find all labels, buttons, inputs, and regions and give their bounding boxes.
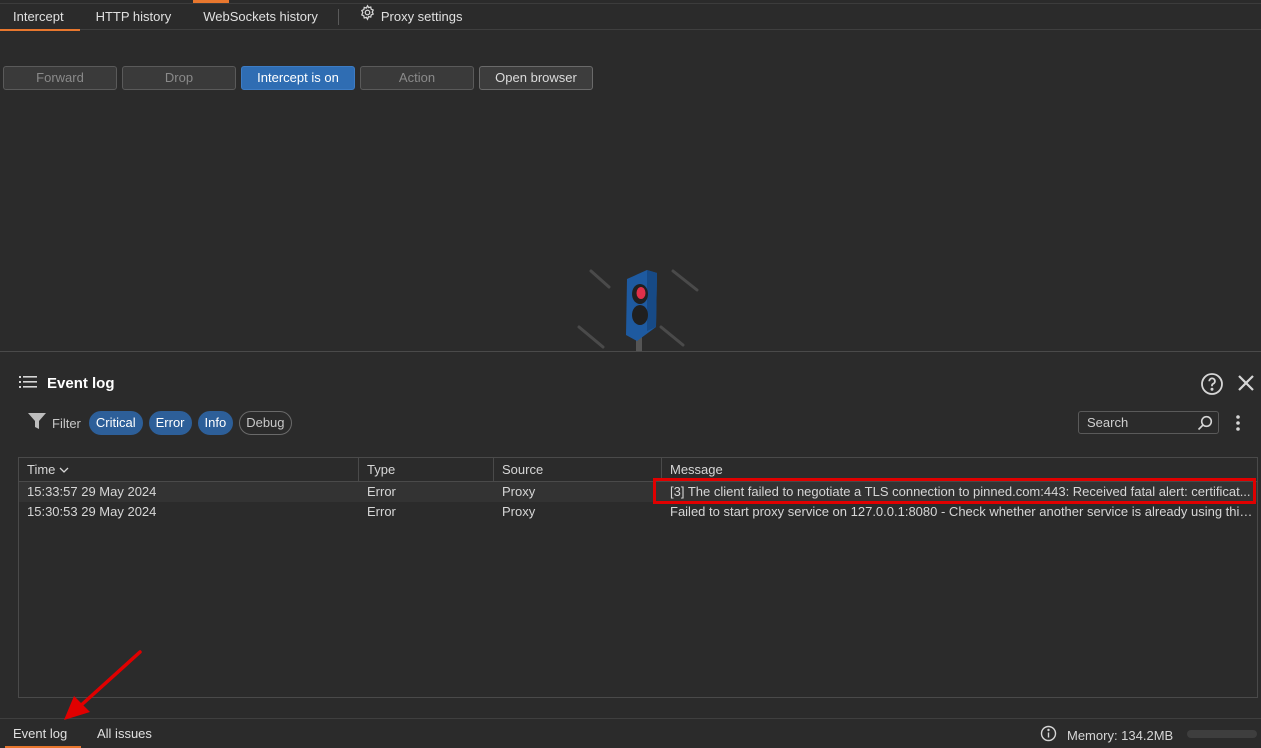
column-source[interactable]: Source: [494, 458, 662, 482]
proxy-settings-label: Proxy settings: [380, 8, 463, 24]
event-log-table: Time Type Source Message 15:33:57 29 May…: [18, 457, 1258, 698]
tab-proxy-settings[interactable]: Proxy settings: [343, 3, 479, 30]
table-row[interactable]: 15:30:53 29 May 2024 Error Proxy Failed …: [19, 502, 1257, 522]
table-header: Time Type Source Message: [19, 458, 1257, 482]
tab-separator: [337, 8, 339, 25]
search-box: [1078, 411, 1219, 434]
filter-error[interactable]: Error: [148, 411, 192, 435]
filter-row: Filter Critical Error Info Debug: [28, 411, 292, 435]
proxy-tabs: Intercept HTTP history WebSockets histor…: [0, 3, 1261, 31]
chevron-down-icon: [59, 458, 69, 482]
filter-label: Filter: [52, 415, 81, 431]
filter-critical[interactable]: Critical: [88, 411, 143, 435]
tab-intercept[interactable]: Intercept: [0, 4, 80, 31]
intercept-toggle-button[interactable]: Intercept is on: [241, 66, 355, 90]
cell-message: Failed to start proxy service on 127.0.0…: [670, 504, 1257, 519]
forward-button[interactable]: Forward: [3, 66, 117, 90]
info-icon: [1040, 725, 1057, 745]
cell-time: 15:30:53 29 May 2024: [27, 504, 157, 519]
red-arrow-annotation: [60, 648, 150, 731]
cell-source: Proxy: [502, 484, 536, 499]
column-message[interactable]: Message: [662, 458, 1257, 482]
memory-label: Memory: 134.2MB: [1067, 727, 1174, 743]
cell-type: Error: [367, 484, 396, 499]
event-log-panel: Event log Filter Critical Error Info Deb…: [0, 352, 1261, 718]
cell-type: Error: [367, 504, 396, 519]
search-input[interactable]: [1079, 412, 1194, 433]
tab-websockets-history[interactable]: WebSockets history: [187, 4, 334, 30]
traffic-light-illustration: [575, 265, 705, 351]
column-time-label: Time: [27, 462, 56, 477]
close-icon[interactable]: [1236, 373, 1256, 396]
memory-indicator: Memory: 134.2MB: [1040, 725, 1173, 745]
memory-bar: [1187, 730, 1257, 738]
column-time[interactable]: Time: [19, 458, 359, 482]
table-row[interactable]: 15:33:57 29 May 2024 Error Proxy [3] The…: [19, 482, 1257, 502]
search-icon[interactable]: [1197, 415, 1213, 434]
gear-icon: [359, 3, 376, 30]
intercept-toolbar: Forward Drop Intercept is on Action Open…: [3, 66, 593, 90]
filter-info[interactable]: Info: [197, 411, 234, 435]
column-type[interactable]: Type: [359, 458, 494, 482]
open-browser-button[interactable]: Open browser: [479, 66, 593, 90]
list-icon: [19, 375, 37, 392]
event-log-header: Event log: [19, 375, 115, 392]
cell-time: 15:33:57 29 May 2024: [27, 484, 157, 499]
action-button[interactable]: Action: [360, 66, 474, 90]
help-icon[interactable]: [1200, 372, 1224, 399]
event-log-title: Event log: [47, 375, 115, 392]
bottom-bar: Event log All issues Memory: 134.2MB: [0, 718, 1261, 748]
filter-debug[interactable]: Debug: [239, 411, 292, 435]
cell-source: Proxy: [502, 504, 536, 519]
cell-message: [3] The client failed to negotiate a TLS…: [670, 484, 1251, 499]
filter-icon[interactable]: [28, 413, 46, 433]
more-options-icon[interactable]: [1232, 414, 1244, 435]
tab-http-history[interactable]: HTTP history: [80, 4, 188, 30]
drop-button[interactable]: Drop: [122, 66, 236, 90]
